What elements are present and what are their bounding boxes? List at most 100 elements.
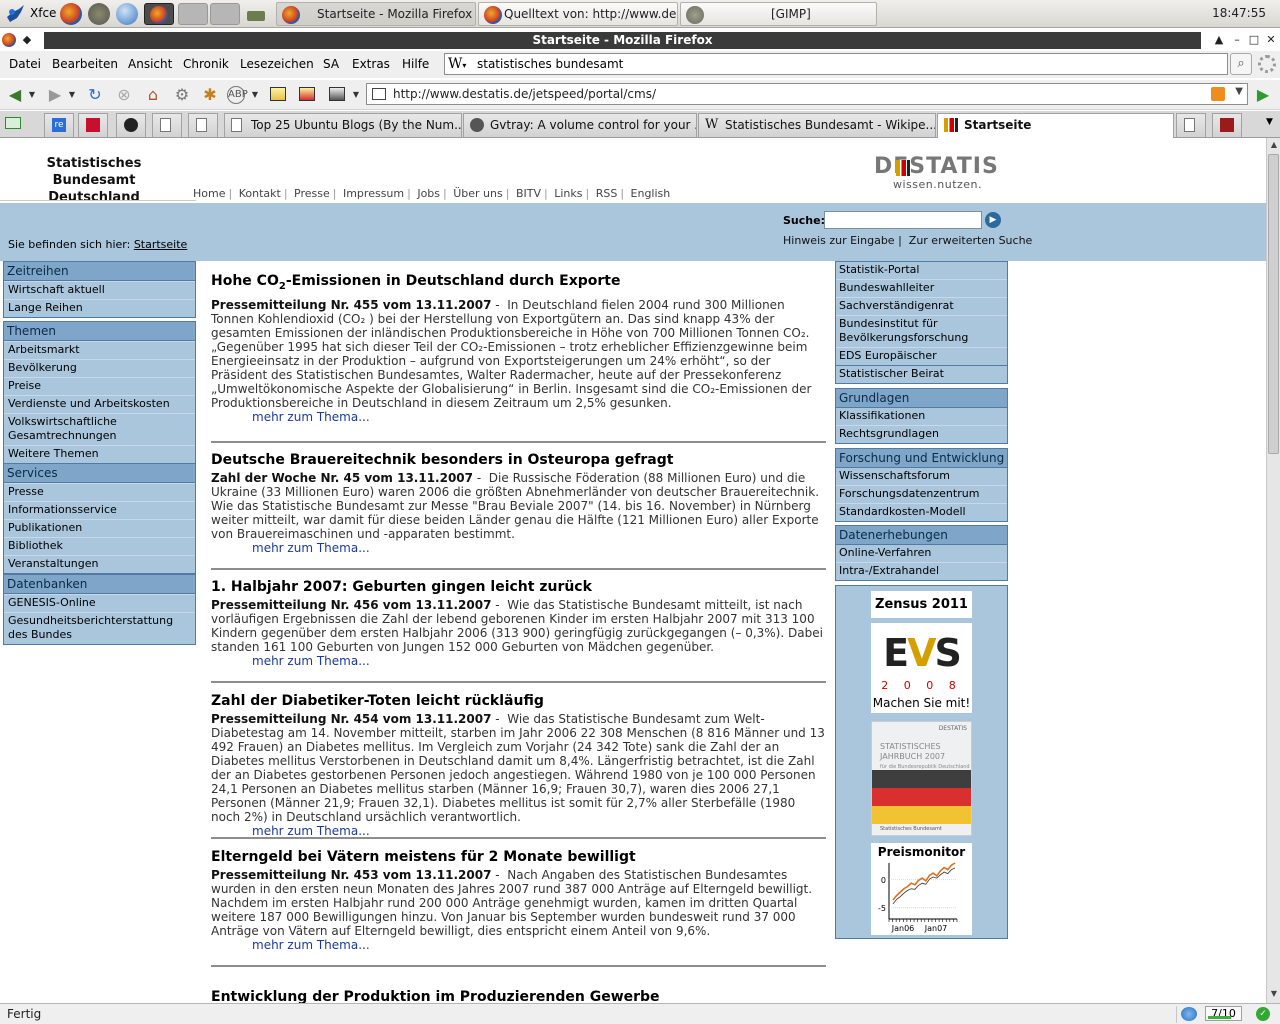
more-link[interactable]: mehr zum Thema...	[252, 938, 826, 952]
reload-icon[interactable]: ↻	[84, 84, 106, 106]
nav-link[interactable]: Presse	[4, 483, 195, 501]
nav-link[interactable]: Wirtschaft aktuell	[4, 281, 195, 299]
menu-hilfe[interactable]: Hilfe	[402, 57, 429, 71]
url-bar[interactable]: http://www.destatis.de/jetspeed/portal/c…	[366, 83, 1248, 105]
more-link[interactable]: mehr zum Thema...	[252, 654, 826, 668]
nav-box-header[interactable]: Services	[4, 464, 195, 483]
menu-sa[interactable]: SA	[323, 57, 339, 71]
more-link[interactable]: mehr zum Thema...	[252, 824, 826, 838]
right-link[interactable]: Statistischer Beirat	[836, 366, 1007, 383]
nav-link[interactable]: Publikationen	[4, 519, 195, 537]
window-maximize-icon[interactable]: □	[1247, 33, 1261, 47]
rating-badge[interactable]: 7/10	[1205, 1006, 1242, 1021]
rss-feed-icon[interactable]	[1211, 87, 1225, 101]
article-title[interactable]: 1. Halbjahr 2007: Geburten gingen leicht…	[211, 577, 826, 597]
screenshot-icon-1[interactable]	[267, 84, 289, 106]
scrollbar-thumb[interactable]	[1268, 154, 1279, 454]
menu-extras[interactable]: Extras	[352, 57, 390, 71]
preismonitor-banner[interactable]: Preismonitor 0 -5 Jan06 Jan07	[871, 843, 972, 935]
destatis-logo[interactable]: DESTATIS wissen.nutzen.	[874, 154, 1004, 194]
window-firefox-icon[interactable]	[2, 33, 16, 47]
nav-link[interactable]: Lange Reihen	[4, 299, 195, 317]
nav-link[interactable]: Verdienste und Arbeitskosten	[4, 395, 195, 413]
nav-box-header[interactable]: Themen	[4, 322, 195, 341]
nav-box-header[interactable]: Zeitreihen	[4, 262, 195, 281]
right-link[interactable]: Sachverständigenrat	[836, 297, 1007, 315]
jahrbuch-banner[interactable]: DESTATIS STATISTISCHES JAHRBUCH 2007 für…	[871, 721, 972, 836]
nav-kontakt[interactable]: Kontakt	[239, 187, 281, 200]
xfce-menu-button[interactable]: Xfce	[2, 2, 56, 26]
right-link[interactable]: Statistik-Portal	[836, 262, 1007, 279]
right-link[interactable]: Online-Verfahren	[836, 545, 1007, 562]
tab-pinterest[interactable]	[1212, 113, 1242, 137]
nav-bitv[interactable]: BITV	[516, 187, 541, 200]
nav-rss[interactable]: RSS	[596, 187, 618, 200]
nav-links[interactable]: Links	[554, 187, 582, 200]
menu-lesezeichen[interactable]: Lesezeichen	[240, 57, 314, 71]
nav-english[interactable]: English	[631, 187, 671, 200]
right-link[interactable]: Bundesinstitut für Bevölkerungsforschung	[836, 315, 1007, 347]
more-link[interactable]: mehr zum Thema...	[252, 410, 826, 424]
menu-bearbeiten[interactable]: Bearbeiten	[52, 57, 118, 71]
right-box-header[interactable]: Grundlagen	[836, 389, 1007, 408]
scroll-up-arrow-icon[interactable]: ▲	[1269, 140, 1279, 152]
vertical-scrollbar[interactable]: ▲ ▼	[1266, 138, 1280, 1003]
stop-icon[interactable]: ⊗	[113, 84, 135, 106]
nav-link[interactable]: Arbeitsmarkt	[4, 341, 195, 359]
window-minimize-icon[interactable]: –	[1230, 33, 1244, 47]
window-close-icon[interactable]: ✕	[1264, 33, 1278, 47]
site-search-input[interactable]	[824, 211, 982, 229]
menu-datei[interactable]: Datei	[9, 57, 41, 71]
pinned-tab-re[interactable]: re	[44, 113, 74, 137]
nav-link[interactable]: Preise	[4, 377, 195, 395]
nav-ueber-uns[interactable]: Über uns	[453, 187, 503, 200]
workspace-1[interactable]	[178, 3, 208, 25]
pinned-tab-4[interactable]	[152, 113, 182, 137]
tab-blank[interactable]	[1176, 113, 1206, 137]
tab-startseite[interactable]: Startseite	[937, 113, 1174, 138]
zensus-banner[interactable]: Zensus 2011	[871, 591, 972, 618]
forward-history-icon[interactable]: ▼	[66, 84, 78, 106]
nav-link[interactable]: Gesundheitsberichterstattung des Bundes	[4, 612, 195, 644]
nav-link[interactable]: Bibliothek	[4, 537, 195, 555]
scroll-down-arrow-icon[interactable]: ▼	[1269, 989, 1279, 1001]
right-link[interactable]: Forschungsdatenzentrum	[836, 485, 1007, 503]
network-status-icon[interactable]	[1181, 1007, 1197, 1021]
article-title[interactable]: Zahl der Diabetiker-Toten leicht rückläu…	[211, 691, 826, 711]
web-search-input[interactable]	[477, 56, 1217, 72]
site-search-go-icon[interactable]: ▶	[985, 212, 1001, 228]
pinned-tab-5[interactable]	[188, 113, 218, 137]
screenshot-icon-3[interactable]	[326, 84, 348, 106]
article-title[interactable]: Entwicklung der Produktion im Produziere…	[211, 987, 826, 1003]
nav-link[interactable]: Informationsservice	[4, 501, 195, 519]
tab-wikipedia[interactable]: W Statistisches Bundesamt - Wikipe...	[698, 113, 936, 137]
right-link[interactable]: Wissenschaftsforum	[836, 468, 1007, 485]
workspace-2[interactable]	[210, 3, 240, 25]
right-box-header[interactable]: Datenerhebungen	[836, 526, 1007, 545]
right-link[interactable]: Intra-/Extrahandel	[836, 562, 1007, 580]
gimp-launcher[interactable]	[88, 3, 110, 25]
adblock-abp-icon[interactable]: ABP	[227, 86, 248, 104]
article-title[interactable]: Hohe CO2-Emissionen in Deutschland durch…	[211, 271, 826, 297]
url-text[interactable]: http://www.destatis.de/jetspeed/portal/c…	[393, 87, 656, 101]
right-link[interactable]: Bundeswahlleiter	[836, 279, 1007, 297]
menu-chronik[interactable]: Chronik	[183, 57, 229, 71]
firefox-launcher[interactable]	[60, 3, 82, 25]
back-arrow-icon[interactable]: ◀	[4, 84, 26, 106]
advanced-search-link[interactable]: Zur erweiterten Suche	[909, 234, 1033, 247]
screenshot-icon-2[interactable]	[296, 84, 318, 106]
nav-box-header[interactable]: Datenbanken	[4, 575, 195, 594]
tab-list-dropdown-icon[interactable]: ▼	[1266, 117, 1273, 127]
right-link[interactable]: Rechtsgrundlagen	[836, 425, 1007, 443]
web-search-box[interactable]: W▾	[444, 53, 1228, 75]
pinned-tab-3[interactable]	[116, 113, 146, 137]
right-link[interactable]: Klassifikationen	[836, 408, 1007, 425]
settings-gear-icon[interactable]: ⚙	[171, 84, 193, 106]
security-ok-icon[interactable]: ✓	[1256, 1007, 1270, 1021]
nav-presse[interactable]: Presse	[294, 187, 330, 200]
nav-impressum[interactable]: Impressum	[343, 187, 404, 200]
go-arrow-icon[interactable]: ▶	[1252, 84, 1274, 106]
nav-link[interactable]: GENESIS-Online	[4, 594, 195, 612]
right-box-header[interactable]: Forschung und Entwicklung	[836, 449, 1007, 468]
nav-link[interactable]: Bevölkerung	[4, 359, 195, 377]
